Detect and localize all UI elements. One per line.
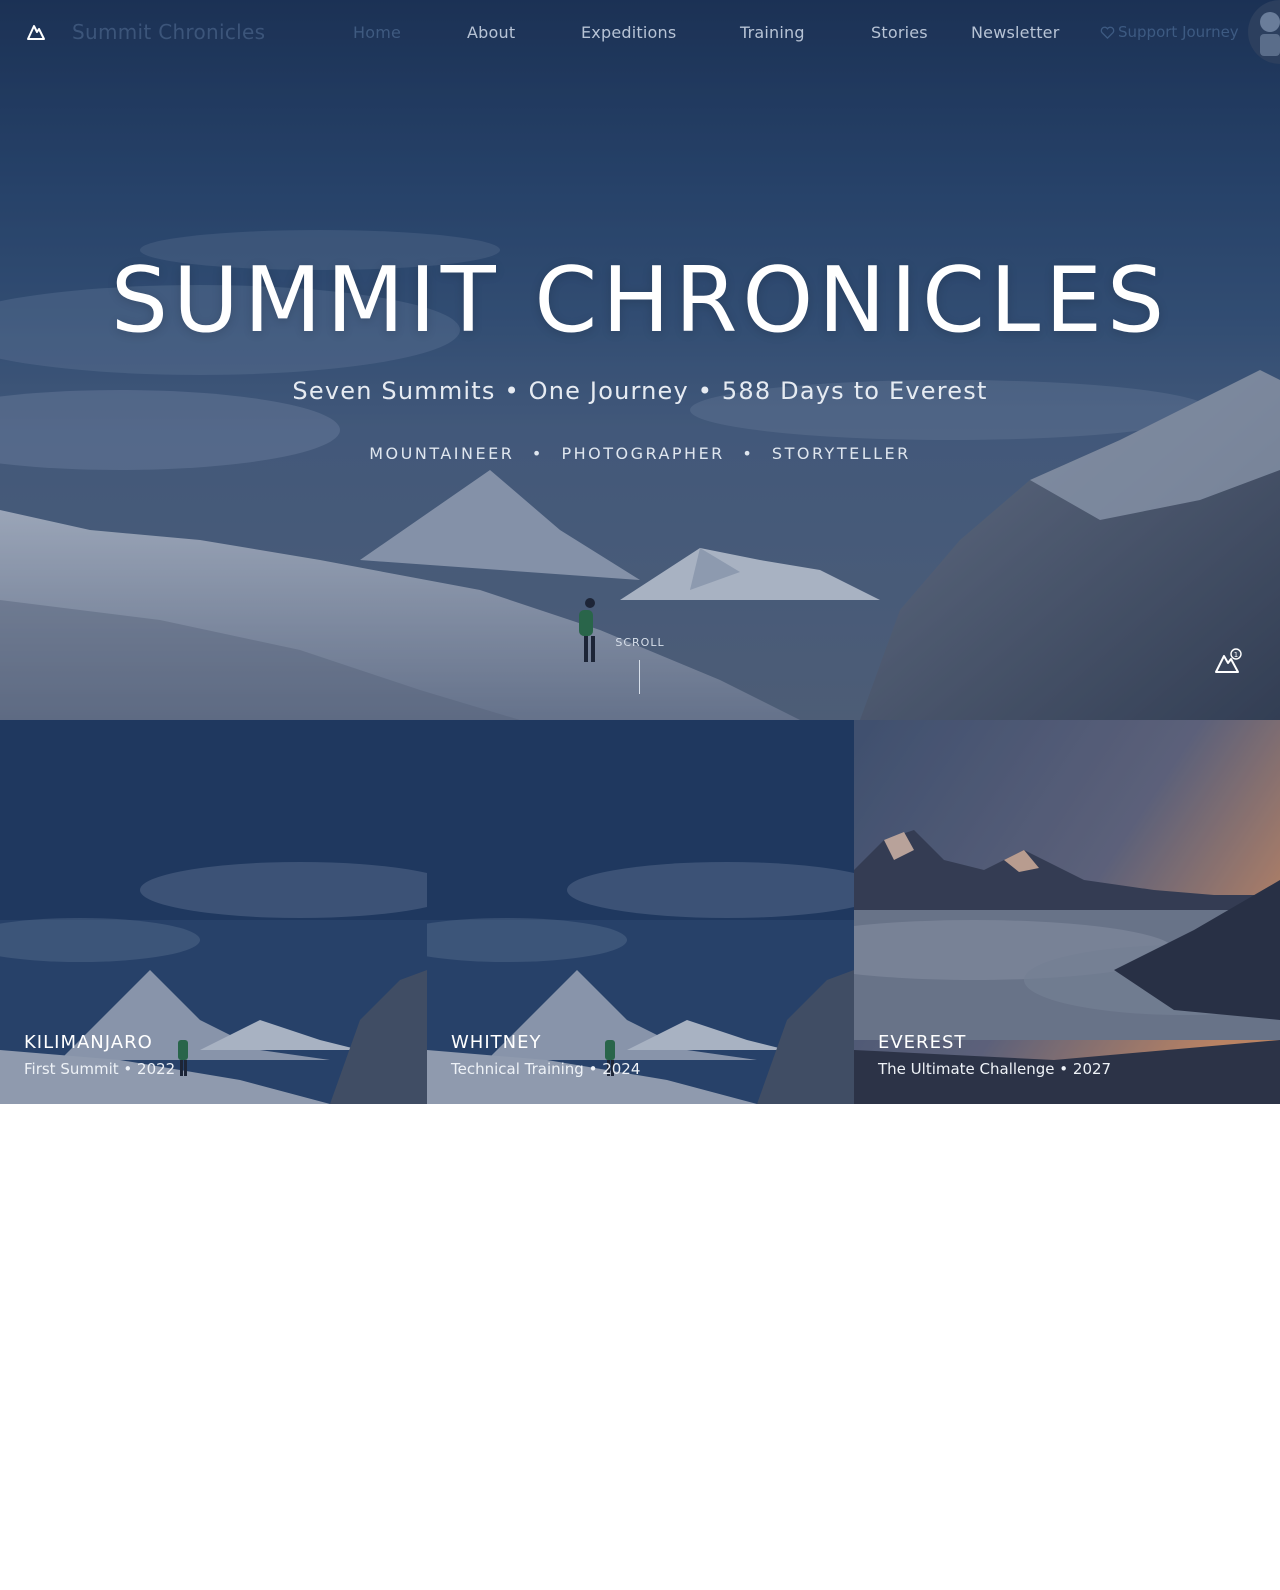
svg-text:1: 1: [1234, 651, 1238, 659]
role-photographer: PHOTOGRAPHER: [561, 444, 725, 463]
role-separator: •: [742, 444, 755, 463]
card-title: KILIMANJARO: [24, 1032, 153, 1053]
top-navigation: Summit Chronicles Home About Expeditions…: [0, 0, 1280, 64]
nav-link-newsletter[interactable]: Newsletter: [971, 23, 1060, 42]
expedition-cards: KILIMANJARO First Summit • 2022 WHITNEY …: [0, 720, 1280, 1104]
card-title: WHITNEY: [451, 1032, 542, 1053]
nav-link-about[interactable]: About: [467, 23, 515, 42]
expedition-card-whitney[interactable]: WHITNEY Technical Training • 2024: [427, 720, 854, 1104]
role-storyteller: STORYTELLER: [771, 444, 911, 463]
hero-subtitle: Seven Summits • One Journey • 588 Days t…: [292, 377, 988, 405]
card-meta: The Ultimate Challenge • 2027: [878, 1060, 1112, 1078]
nav-link-expeditions[interactable]: Expeditions: [581, 23, 676, 42]
role-mountaineer: MOUNTAINEER: [369, 444, 515, 463]
role-separator: •: [531, 444, 544, 463]
scroll-label: SCROLL: [615, 636, 665, 649]
avatar[interactable]: [1248, 0, 1280, 64]
mountain-icon[interactable]: [26, 22, 46, 42]
scroll-indicator[interactable]: SCROLL: [600, 636, 680, 694]
card-title: EVEREST: [878, 1032, 967, 1053]
expedition-card-kilimanjaro[interactable]: KILIMANJARO First Summit • 2022: [0, 720, 427, 1104]
scroll-line: [639, 660, 640, 694]
heart-icon: [1100, 26, 1115, 39]
expedition-card-everest[interactable]: EVEREST The Ultimate Challenge • 2027: [854, 720, 1280, 1104]
card-meta: Technical Training • 2024: [451, 1060, 641, 1078]
support-journey-label: Support Journey: [1118, 23, 1239, 41]
hero-background-image: [0, 0, 1280, 720]
nav-link-training[interactable]: Training: [740, 23, 805, 42]
hero-title: SUMMIT CHRONICLES: [110, 248, 1170, 353]
hero-section: Summit Chronicles Home About Expeditions…: [0, 0, 1280, 720]
card-meta: First Summit • 2022: [24, 1060, 176, 1078]
nav-link-stories[interactable]: Stories: [871, 23, 928, 42]
brand-link[interactable]: Summit Chronicles: [72, 20, 265, 44]
mountain-badge-icon[interactable]: 1: [1214, 648, 1242, 674]
support-journey-button[interactable]: Support Journey: [1100, 23, 1239, 41]
nav-link-home[interactable]: Home: [353, 23, 401, 42]
hero-roles: MOUNTAINEER • PHOTOGRAPHER • STORYTELLER: [0, 444, 1280, 463]
